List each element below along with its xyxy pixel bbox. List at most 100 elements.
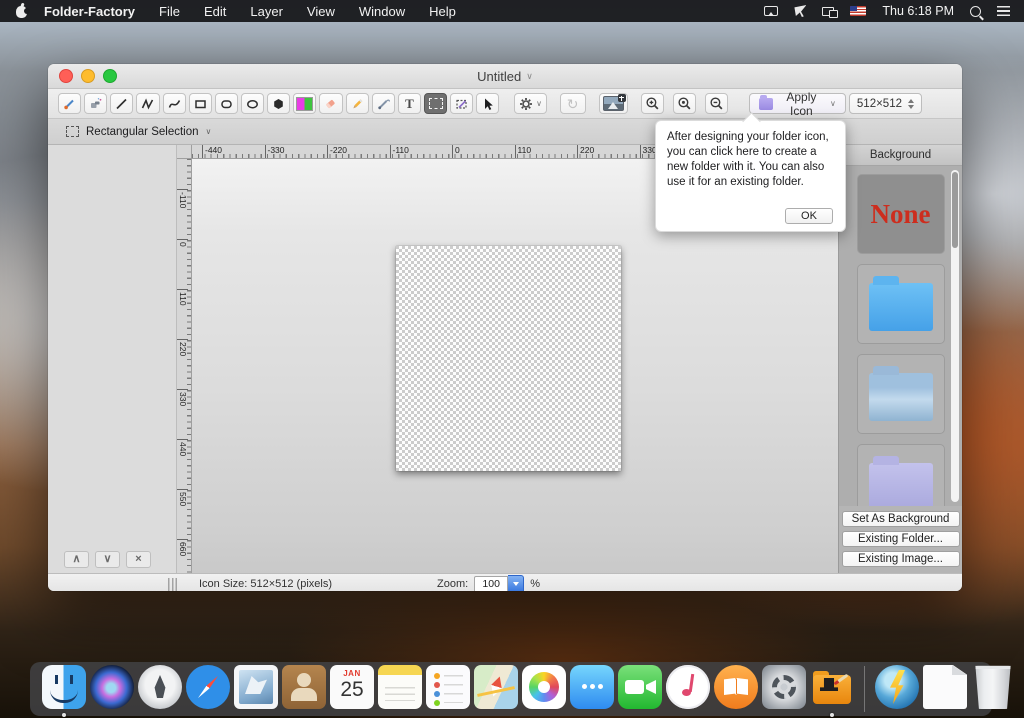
window-title-group[interactable]: Untitled ∨ bbox=[477, 69, 533, 84]
redo-button[interactable]: ↻ bbox=[560, 93, 586, 114]
system-preferences[interactable] bbox=[762, 665, 806, 709]
selection-mode-label[interactable]: Rectangular Selection bbox=[86, 126, 199, 138]
ok-button[interactable]: OK bbox=[785, 208, 833, 224]
background-folder-lavender[interactable] bbox=[857, 444, 945, 506]
messages[interactable] bbox=[570, 665, 614, 709]
rectangular-selection-icon bbox=[66, 126, 79, 137]
pencil-tool[interactable] bbox=[346, 93, 369, 114]
line-tool[interactable] bbox=[110, 93, 133, 114]
traffic-lights bbox=[59, 64, 117, 88]
zoom-out-button[interactable] bbox=[705, 93, 728, 114]
folder-thumbnail-icon bbox=[869, 463, 933, 506]
ellipse-tool[interactable] bbox=[241, 93, 264, 114]
displays-icon[interactable] bbox=[822, 7, 834, 16]
ibooks[interactable] bbox=[714, 665, 758, 709]
move-down-button[interactable]: ∨ bbox=[95, 551, 120, 568]
contacts[interactable] bbox=[282, 665, 326, 709]
background-folder-steel[interactable] bbox=[857, 354, 945, 434]
existing-image-button[interactable]: Existing Image... bbox=[842, 551, 960, 567]
background-folder-blue[interactable] bbox=[857, 264, 945, 344]
polygon-tool[interactable] bbox=[267, 93, 290, 114]
notes[interactable] bbox=[378, 665, 422, 709]
redo-icon: ↻ bbox=[567, 97, 579, 111]
gradient-swatch bbox=[296, 97, 313, 111]
menu-help[interactable]: Help bbox=[429, 4, 456, 19]
spotlight-search-icon[interactable] bbox=[970, 6, 981, 17]
rectangular-selection-tool[interactable] bbox=[424, 93, 447, 114]
menu-edit[interactable]: Edit bbox=[204, 4, 226, 19]
airplay-display-icon[interactable] bbox=[764, 6, 778, 16]
set-as-background-button[interactable]: Set As Background bbox=[842, 511, 960, 527]
textedit-document[interactable] bbox=[923, 665, 967, 709]
rounded-rectangle-tool[interactable] bbox=[215, 93, 238, 114]
photos[interactable] bbox=[522, 665, 566, 709]
minimize-button[interactable] bbox=[81, 69, 95, 83]
menu-file[interactable]: File bbox=[159, 4, 180, 19]
apple-menu-icon[interactable] bbox=[14, 3, 30, 19]
notification-center-icon[interactable] bbox=[997, 6, 1010, 16]
calendar[interactable]: JAN 25 bbox=[330, 665, 374, 709]
zoom-in-button[interactable] bbox=[641, 93, 664, 114]
apply-icon-button[interactable]: Apply Icon ∨ bbox=[749, 93, 846, 114]
background-none[interactable]: None bbox=[857, 174, 945, 254]
color-picker-tool[interactable] bbox=[58, 93, 81, 114]
menu-list: File Edit Layer View Window Help bbox=[159, 4, 456, 19]
app-menu-title[interactable]: Folder-Factory bbox=[44, 4, 135, 19]
canvas-artboard[interactable] bbox=[396, 246, 621, 471]
icon-size-stepper[interactable]: 512×512 bbox=[849, 93, 922, 114]
scrollbar-thumb[interactable] bbox=[952, 172, 958, 248]
finder[interactable] bbox=[42, 665, 86, 709]
settings-gear-button[interactable]: ∨ bbox=[514, 93, 546, 114]
ruler-label: -330 bbox=[265, 145, 328, 159]
menu-window[interactable]: Window bbox=[359, 4, 405, 19]
apply-chevron-down-icon: ∨ bbox=[830, 99, 836, 108]
insert-image-button[interactable] bbox=[599, 93, 628, 114]
airbrush-tool[interactable] bbox=[84, 93, 107, 114]
safari[interactable] bbox=[186, 665, 230, 709]
layer-nav-buttons: ∧ ∨ × bbox=[64, 551, 151, 568]
launchpad[interactable] bbox=[138, 665, 182, 709]
curve-tool[interactable] bbox=[163, 93, 186, 114]
color-swatch-tool[interactable] bbox=[293, 93, 316, 114]
title-chevron-down-icon: ∨ bbox=[526, 71, 533, 82]
polyline-tool[interactable] bbox=[136, 93, 159, 114]
toolbar: T ∨ ↻ Apply Icon ∨ 512×512 bbox=[48, 89, 962, 119]
zoom-button[interactable] bbox=[103, 69, 117, 83]
mail[interactable] bbox=[234, 665, 278, 709]
scrollbar-track[interactable] bbox=[951, 170, 959, 502]
zoom-actual-icon bbox=[677, 96, 692, 111]
menu-view[interactable]: View bbox=[307, 4, 335, 19]
existing-folder-button[interactable]: Existing Folder... bbox=[842, 531, 960, 547]
dock-separator[interactable] bbox=[864, 666, 865, 712]
text-tool[interactable]: T bbox=[398, 93, 421, 114]
ruler-label: 110 bbox=[515, 145, 578, 159]
maps[interactable] bbox=[474, 665, 518, 709]
move-arrow-tool[interactable] bbox=[476, 93, 499, 114]
rectangle-tool[interactable] bbox=[189, 93, 212, 114]
ruler-label: 0 bbox=[177, 239, 188, 289]
panel-drag-handle[interactable] bbox=[168, 578, 177, 591]
input-source-flag-icon[interactable] bbox=[850, 6, 866, 16]
move-up-button[interactable]: ∧ bbox=[64, 551, 89, 568]
title-bar[interactable]: Untitled ∨ bbox=[48, 64, 962, 89]
close-button[interactable] bbox=[59, 69, 73, 83]
left-panel: ∧ ∨ × bbox=[48, 145, 177, 573]
eraser-tool[interactable] bbox=[319, 93, 342, 114]
zoom-value-field[interactable]: 100 bbox=[474, 576, 508, 592]
zoom-actual-button[interactable] bbox=[673, 93, 696, 114]
folder-factory[interactable] bbox=[810, 665, 854, 709]
pointer-arrow-icon[interactable] bbox=[794, 5, 806, 17]
download-app[interactable] bbox=[875, 665, 919, 709]
selection-chevron-down-icon: ∨ bbox=[206, 127, 212, 136]
itunes[interactable] bbox=[666, 665, 710, 709]
facetime[interactable] bbox=[618, 665, 662, 709]
menu-clock[interactable]: Thu 6:18 PM bbox=[882, 4, 954, 18]
reminders[interactable] bbox=[426, 665, 470, 709]
zoom-dropdown-button[interactable] bbox=[508, 575, 524, 592]
apply-icon-popover: After designing your folder icon, you ca… bbox=[655, 120, 846, 232]
fill-dropper-tool[interactable] bbox=[372, 93, 395, 114]
delete-button[interactable]: × bbox=[126, 551, 151, 568]
siri[interactable] bbox=[90, 665, 134, 709]
menu-layer[interactable]: Layer bbox=[250, 4, 283, 19]
wand-selection-tool[interactable] bbox=[450, 93, 473, 114]
